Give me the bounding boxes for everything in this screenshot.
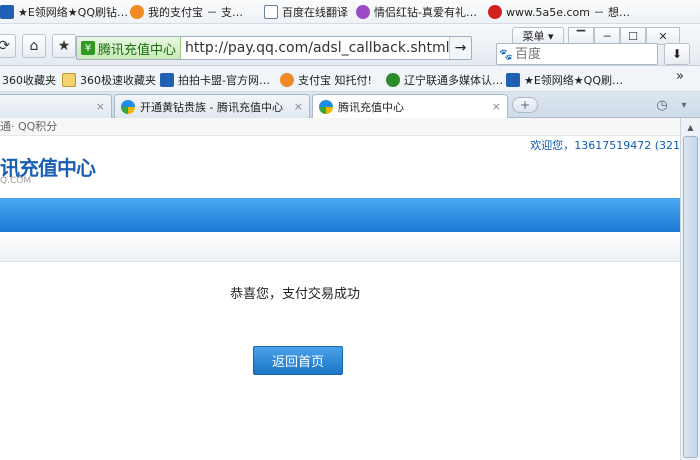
top-link-alipay[interactable]: 我的支付宝 － 支… [130, 4, 243, 20]
tencent-pay-icon [121, 99, 135, 114]
navigation-bar: ⟳ ⌂ ★ ¥ 腾讯充值中心 http://pay.qq.com/adsl_ca… [0, 24, 700, 66]
top-link-baidu-translate[interactable]: 百度在线翻译 [264, 4, 348, 20]
top-link-5a5e[interactable]: www.5a5e.com － 想… [488, 4, 630, 20]
unicom-icon [386, 73, 400, 87]
site-favicon-icon [160, 73, 174, 87]
page-icon [264, 5, 278, 19]
chevron-down-icon: ▾ [681, 99, 687, 111]
home-button[interactable]: ⌂ [22, 34, 46, 58]
search-input[interactable] [515, 46, 645, 62]
site-favicon-icon [0, 5, 14, 19]
tab-2-active[interactable]: 腾讯充值中心 × [312, 94, 508, 119]
history-button[interactable]: ◷ [652, 96, 672, 114]
header-blue-bar [0, 198, 680, 232]
download-icon: ⬇ [671, 47, 683, 61]
bookmarks-overflow-button[interactable]: » [676, 69, 684, 84]
reload-icon: ⟳ [0, 38, 10, 54]
site-favicon-icon [488, 5, 502, 19]
tencent-pay-icon [319, 100, 333, 114]
chevron-right-icon: » [676, 69, 684, 84]
url-text[interactable]: http://pay.qq.com/adsl_callback.shtml?Re [181, 40, 471, 56]
close-icon: ✕ [658, 29, 668, 43]
search-box: 🐾 [496, 43, 658, 65]
alipay-icon [130, 5, 144, 19]
subheader-bar [0, 232, 680, 262]
tab-close-icon[interactable]: × [294, 100, 303, 113]
download-button[interactable]: ⬇ [664, 43, 690, 65]
tab-menu-button[interactable]: ▾ [676, 96, 692, 114]
arrow-right-icon: → [454, 40, 467, 56]
baidu-paw-icon: 🐾 [499, 47, 513, 61]
bookmark-alipay[interactable]: 支付宝 知托付! [280, 72, 372, 88]
bookmark-liaoning-unicom[interactable]: 辽宁联通多媒体认… [386, 72, 503, 88]
arrow-up-icon: ▲ [687, 122, 694, 132]
return-home-button[interactable]: 返回首页 [253, 346, 343, 375]
tab-1[interactable]: 开通黄钻贵族 - 腾讯充值中心 × [114, 94, 310, 118]
pin-icon: ▔ [576, 29, 586, 43]
scroll-thumb[interactable] [683, 136, 698, 458]
tab-close-icon[interactable]: × [96, 100, 105, 113]
vertical-scrollbar[interactable]: ▲ [680, 118, 700, 460]
home-icon: ⌂ [29, 38, 39, 54]
maximize-icon: ☐ [628, 29, 638, 43]
site-identity-badge[interactable]: ¥ 腾讯充值中心 [77, 37, 182, 59]
minimize-icon: ─ [603, 29, 611, 43]
diamond-icon [356, 5, 370, 19]
tab-0[interactable]: × [0, 94, 112, 118]
site-logo-sub: Q.COM [0, 176, 32, 186]
reload-button[interactable]: ⟳ [0, 34, 16, 58]
top-link-eling[interactable]: ★E领网络★QQ刷钻… [0, 4, 128, 20]
site-favicon-icon [506, 73, 520, 87]
top-link-red-diamond[interactable]: 情侣红钻-真爱有礼… [356, 4, 477, 20]
address-bar[interactable]: ¥ 腾讯充值中心 http://pay.qq.com/adsl_callback… [76, 36, 472, 60]
top-strip: 通· QQ积分 [0, 118, 680, 136]
welcome-text: 欢迎您，13617519472 (321 [530, 139, 680, 152]
bookmark-360-speed[interactable]: 360极速收藏夹 [62, 72, 156, 88]
alipay-icon [280, 73, 294, 87]
new-tab-button[interactable]: + [512, 97, 538, 113]
top-link-strip: ★E领网络★QQ刷钻… 我的支付宝 － 支… 百度在线翻译 情侣红钻-真爱有礼…… [0, 0, 700, 24]
star-icon: ★ [57, 38, 71, 54]
page-content: 通· QQ积分 欢迎您，13617519472 (321 讯充值中心 Q.COM… [0, 118, 680, 460]
tab-bar: × 开通黄钻贵族 - 腾讯充值中心 × 腾讯充值中心 × + ◷ ▾ [0, 92, 700, 119]
go-button[interactable]: → [449, 37, 471, 59]
bookmarks-bar: 360收藏夹 360极速收藏夹 拍拍卡盟-官方网… 支付宝 知托付! 辽宁联通多… [0, 66, 700, 92]
scroll-up-button[interactable]: ▲ [683, 120, 698, 134]
yen-icon: ¥ [81, 41, 95, 55]
plus-icon: + [519, 98, 531, 112]
folder-icon [62, 73, 76, 87]
bookmark-star-button[interactable]: ★ [52, 34, 76, 58]
success-message: 恭喜您，支付交易成功 [229, 287, 360, 302]
bookmark-paipai[interactable]: 拍拍卡盟-官方网… [160, 72, 270, 88]
tab-close-icon[interactable]: × [492, 100, 501, 113]
bookmark-360[interactable]: 360收藏夹 [2, 72, 56, 88]
bookmark-eling[interactable]: ★E领网络★QQ刷… [506, 72, 623, 88]
clock-icon: ◷ [656, 97, 668, 113]
